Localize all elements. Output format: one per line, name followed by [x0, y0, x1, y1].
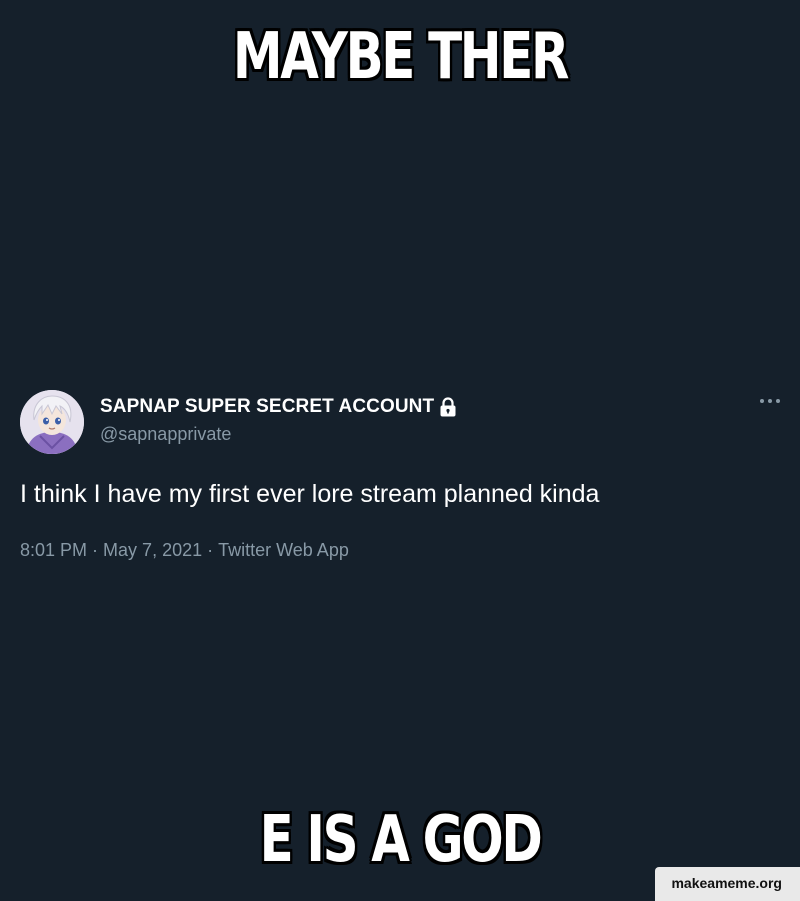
meta-separator: · [207, 540, 214, 560]
tweet-card: SAPNAP SUPER SECRET ACCOUNT @sapnappriva… [20, 388, 782, 568]
avatar-icon [20, 390, 84, 454]
tweet-time[interactable]: 8:01 PM [20, 540, 87, 560]
tweet-client[interactable]: Twitter Web App [218, 540, 349, 560]
user-handle[interactable]: @sapnapprivate [100, 424, 231, 445]
meme-bottom-caption: E IS A GOD [259, 803, 543, 877]
tweet-author-row: SAPNAP SUPER SECRET ACCOUNT [100, 396, 457, 418]
watermark[interactable]: makeameme.org [655, 867, 800, 901]
meme-top-caption: MAYBE THER [232, 20, 570, 94]
tweet-date[interactable]: May 7, 2021 [103, 540, 202, 560]
avatar[interactable] [20, 390, 84, 454]
lock-icon [439, 397, 457, 417]
meta-separator: · [92, 540, 99, 560]
tweet-text: I think I have my first ever lore stream… [20, 480, 600, 508]
more-options-icon[interactable] [758, 392, 782, 410]
tweet-metadata: 8:01 PM · May 7, 2021 · Twitter Web App [20, 540, 349, 561]
display-name[interactable]: SAPNAP SUPER SECRET ACCOUNT [100, 396, 434, 418]
